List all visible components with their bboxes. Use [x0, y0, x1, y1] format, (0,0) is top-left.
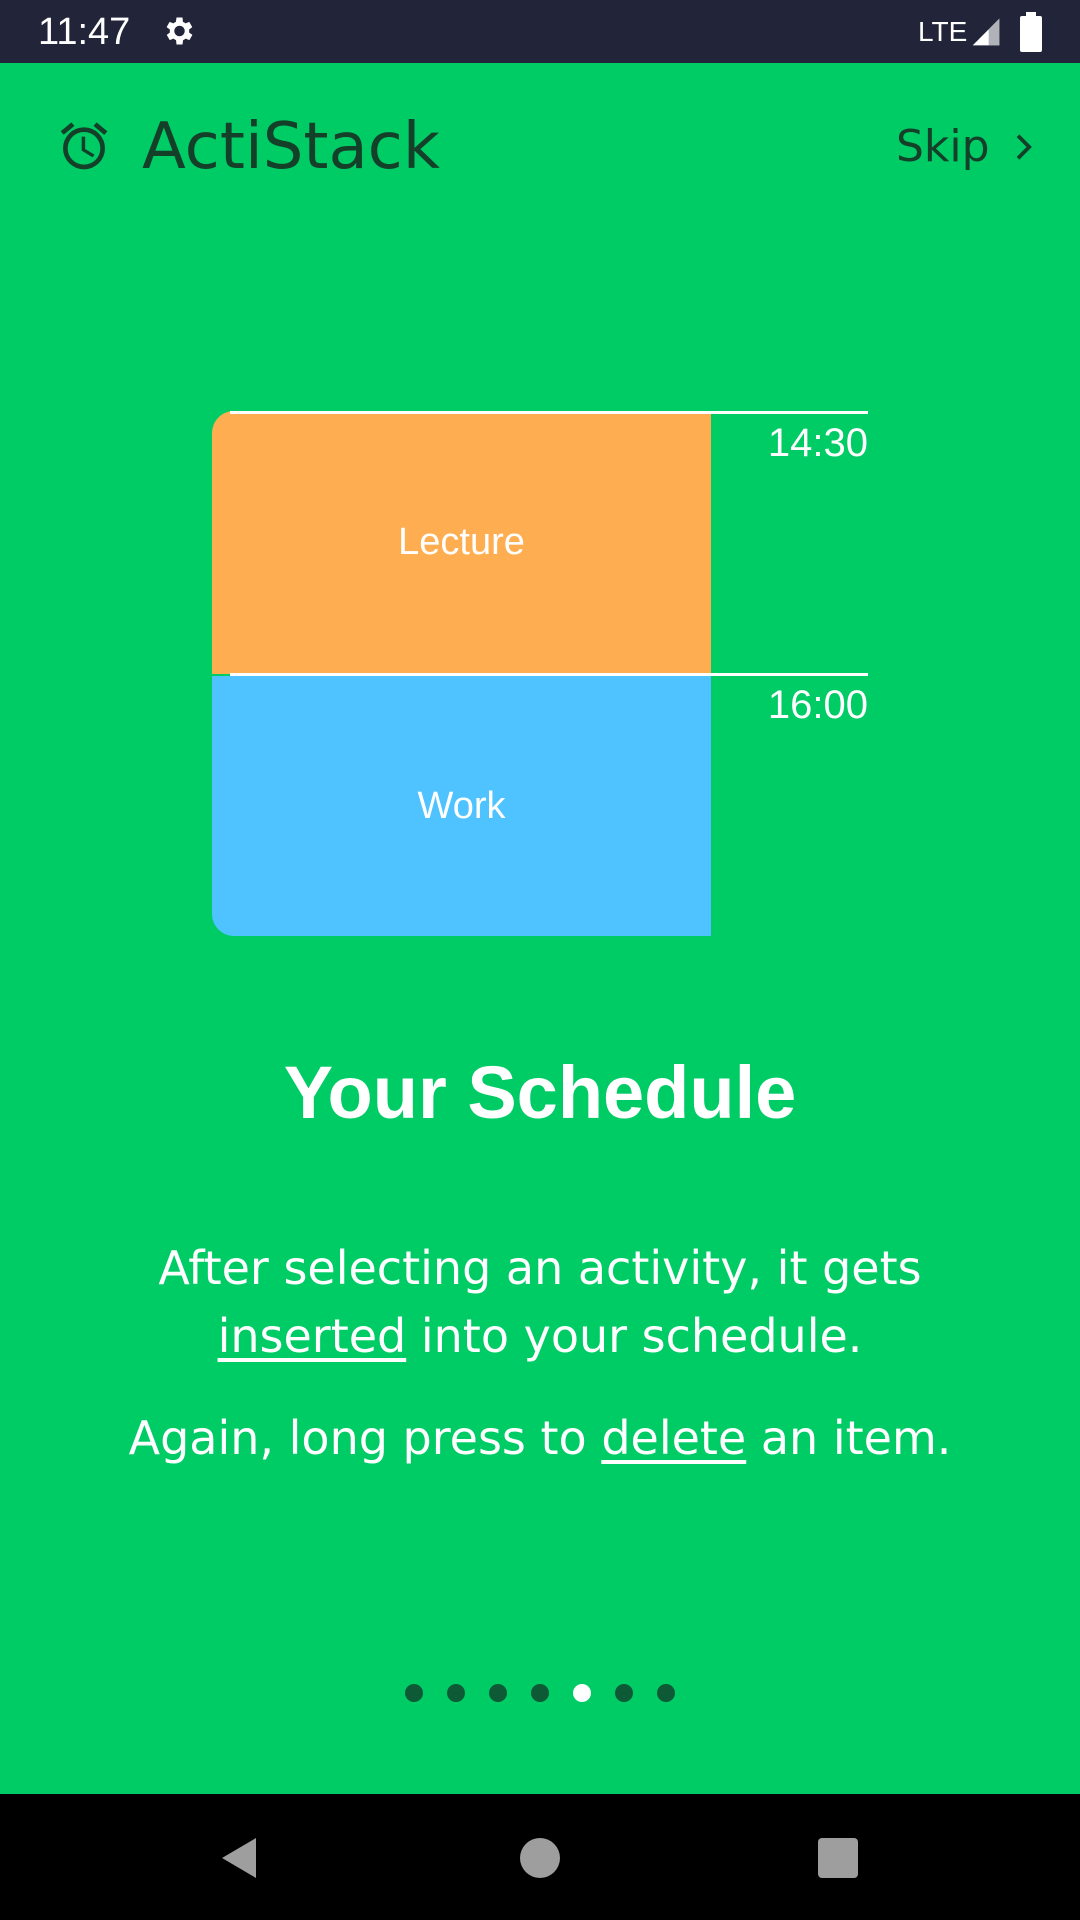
- description-paragraph: Again, long press to delete an item.: [90, 1404, 990, 1472]
- page-dot[interactable]: [531, 1684, 549, 1702]
- description-underlined: inserted: [217, 1309, 407, 1363]
- time-divider: [230, 411, 868, 414]
- skip-button[interactable]: Skip: [896, 115, 1038, 179]
- schedule-block-lecture: Lecture: [212, 411, 711, 674]
- battery-icon: [1020, 12, 1042, 52]
- block-label: Work: [417, 784, 506, 827]
- home-icon[interactable]: [516, 1834, 564, 1882]
- signal-icon: [972, 18, 1000, 46]
- status-bar: 11:47 LTE: [0, 0, 1080, 63]
- page-dot[interactable]: [657, 1684, 675, 1702]
- page-dot[interactable]: [489, 1684, 507, 1702]
- app-header: ActiStack Skip: [0, 63, 1080, 233]
- description-text: an item.: [746, 1411, 952, 1465]
- alarm-clock-icon: [60, 122, 108, 170]
- schedule-illustration: Lecture Work 14:30 16:00: [212, 411, 868, 936]
- gear-icon: [166, 17, 193, 45]
- description-underlined: delete: [601, 1411, 747, 1465]
- skip-label: Skip: [896, 121, 990, 172]
- page-dot[interactable]: [405, 1684, 423, 1702]
- time-divider: [230, 673, 868, 676]
- time-label: 14:30: [767, 421, 868, 465]
- network-type: LTE: [918, 16, 968, 47]
- chevron-right-icon: [1016, 134, 1032, 160]
- schedule-block-work: Work: [212, 676, 711, 936]
- description-text: into your schedule.: [406, 1309, 863, 1363]
- system-navigation-bar: [0, 1794, 1080, 1920]
- back-icon[interactable]: [216, 1834, 264, 1882]
- status-time: 11:47: [38, 11, 131, 53]
- description-paragraph: After selecting an activity, it gets ins…: [90, 1234, 990, 1370]
- page-title: Your Schedule: [283, 1051, 797, 1134]
- block-label: Lecture: [398, 521, 525, 563]
- page-dot[interactable]: [447, 1684, 465, 1702]
- page-dot-active[interactable]: [573, 1684, 591, 1702]
- description-text: Again, long press to: [128, 1411, 602, 1465]
- page-dot[interactable]: [615, 1684, 633, 1702]
- time-label: 16:00: [767, 683, 868, 727]
- recents-icon[interactable]: [814, 1834, 862, 1882]
- app-title: ActiStack: [142, 110, 440, 184]
- description-text: After selecting an activity, it gets: [158, 1241, 922, 1295]
- page-indicator: [0, 1684, 1080, 1702]
